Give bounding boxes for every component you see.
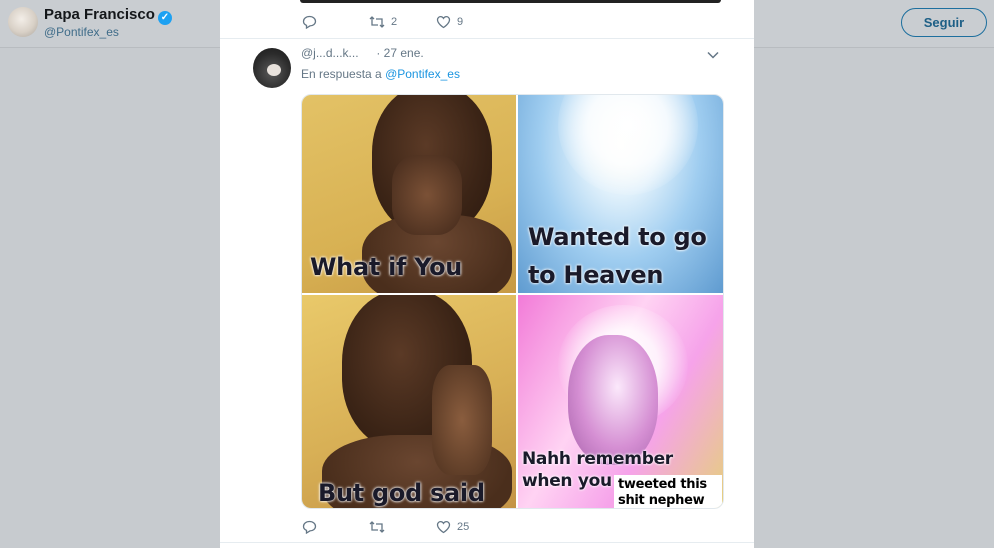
chevron-down-icon[interactable] bbox=[707, 50, 719, 60]
meme-raised-finger bbox=[432, 365, 492, 475]
meme-caption-box: tweeted this shit nephew bbox=[614, 475, 722, 508]
tweet-divider bbox=[220, 38, 754, 39]
meme-text-3: But god said bbox=[318, 479, 485, 507]
heart-icon bbox=[436, 520, 451, 534]
meme-text-4c: tweeted this bbox=[618, 477, 707, 492]
tweet-divider bbox=[220, 542, 754, 543]
retweet-button[interactable] bbox=[369, 520, 436, 534]
reply-button[interactable] bbox=[302, 15, 369, 29]
reply-icon bbox=[302, 15, 317, 29]
profile-handle[interactable]: @Pontifex_es bbox=[44, 25, 119, 39]
meme-pointing-hand bbox=[392, 155, 462, 235]
in-reply-to: En respuesta a @Pontifex_es bbox=[301, 67, 460, 81]
meme-text-4b: when you bbox=[522, 471, 612, 491]
reply-button[interactable] bbox=[302, 520, 369, 534]
meme-text-4a: Nahh remember bbox=[522, 449, 673, 469]
retweet-icon bbox=[369, 16, 385, 28]
meme-text-2a: Wanted to go bbox=[528, 223, 707, 251]
tweet-author-avatar[interactable] bbox=[253, 48, 291, 88]
previous-tweet-image-edge[interactable] bbox=[300, 0, 721, 3]
profile-name-text[interactable]: Papa Francisco bbox=[44, 6, 155, 23]
meme-glowing-face bbox=[568, 335, 658, 465]
verified-badge-icon: ✓ bbox=[157, 11, 172, 25]
retweet-icon bbox=[369, 521, 385, 533]
reply-to-handle-link[interactable]: @Pontifex_es bbox=[385, 67, 460, 81]
follow-button[interactable]: Seguir bbox=[901, 8, 987, 37]
meme-text-1: What if You bbox=[310, 253, 463, 281]
like-count: 25 bbox=[457, 521, 470, 533]
reply-prefix: En respuesta a bbox=[301, 67, 382, 81]
meme-panel-top-right: Wanted to go to Heaven bbox=[518, 95, 723, 293]
heaven-light bbox=[558, 95, 698, 195]
like-count: 9 bbox=[457, 16, 464, 28]
profile-avatar[interactable] bbox=[8, 7, 38, 37]
like-button[interactable]: 9 bbox=[436, 15, 503, 29]
meme-panel-top-left: What if You bbox=[302, 95, 516, 293]
tweet-date[interactable]: · 27 ene. bbox=[376, 46, 423, 60]
like-button[interactable]: 25 bbox=[436, 520, 503, 534]
retweet-count: 2 bbox=[391, 16, 398, 28]
meme-text-4d: shit nephew bbox=[618, 493, 705, 508]
meme-panel-bottom-right: Nahh remember when you tweeted this shit… bbox=[518, 295, 723, 508]
meme-panel-bottom-left: But god said bbox=[302, 295, 516, 508]
profile-name[interactable]: Papa Francisco ✓ bbox=[44, 6, 172, 25]
tweet-header: @j...d...k... · 27 ene. bbox=[301, 46, 424, 60]
reply-icon bbox=[302, 520, 317, 534]
heart-icon bbox=[436, 15, 451, 29]
tweet-author-handle[interactable]: @j...d...k... bbox=[301, 46, 373, 60]
tweet-thread-panel: 2 9 @j...d...k... · 27 ene. En respuesta… bbox=[220, 0, 754, 548]
retweet-button[interactable]: 2 bbox=[369, 15, 436, 29]
meme-text-2b: to Heaven bbox=[528, 261, 664, 289]
tweet-meme-image[interactable]: What if You Wanted to go to Heaven But g… bbox=[301, 94, 724, 509]
previous-tweet-actions: 2 9 bbox=[302, 15, 503, 29]
tweet-actions: 25 bbox=[302, 520, 503, 534]
